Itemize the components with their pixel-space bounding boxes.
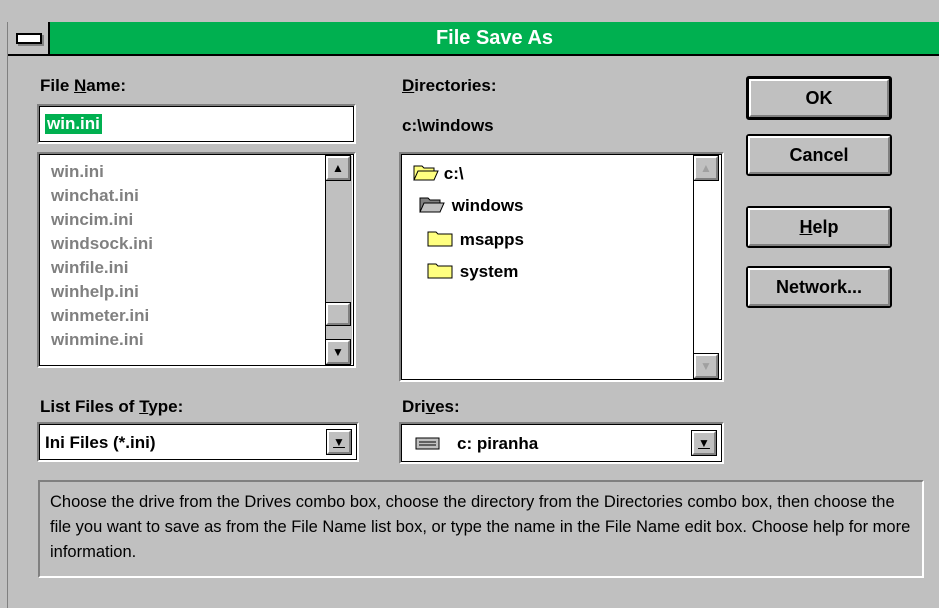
- scroll-down-button[interactable]: ▼: [325, 339, 351, 365]
- file-name-value: win.ini: [45, 114, 102, 134]
- file-name-input[interactable]: win.ini: [37, 104, 356, 144]
- file-list-item[interactable]: winmine.ini: [51, 330, 144, 350]
- directory-list-box[interactable]: c:\ windows msapps system ▲ ▼: [399, 152, 724, 382]
- help-button[interactable]: Help: [746, 206, 892, 248]
- file-list-item[interactable]: winchat.ini: [51, 186, 139, 206]
- file-list-item[interactable]: winmeter.ini: [51, 306, 149, 326]
- open-folder-icon: [413, 165, 439, 181]
- file-list-scrollbar[interactable]: ▲ ▼: [325, 155, 352, 365]
- file-list-item[interactable]: winfile.ini: [51, 258, 128, 278]
- window-frame-left: [0, 22, 8, 608]
- directory-item-root[interactable]: c:\: [413, 162, 464, 184]
- arrow-up-icon: ▲: [700, 161, 712, 175]
- arrow-down-icon: ▼: [332, 345, 344, 359]
- drives-label: Drives:: [402, 397, 460, 416]
- help-hint-box: Choose the drive from the Drives combo b…: [38, 480, 924, 578]
- file-name-label: File Name:: [40, 76, 126, 95]
- drives-value: c: piranha: [457, 434, 539, 453]
- folder-icon: [427, 231, 453, 247]
- file-type-value: Ini Files (*.ini): [45, 433, 156, 452]
- folder-icon: [427, 263, 453, 279]
- scroll-thumb[interactable]: [325, 302, 351, 326]
- network-button[interactable]: Network...: [746, 266, 892, 308]
- hard-drive-icon: [415, 437, 440, 450]
- help-hint-text: Choose the drive from the Drives combo b…: [50, 493, 911, 561]
- system-menu-button[interactable]: [8, 22, 50, 54]
- directories-label: Directories:: [402, 76, 497, 95]
- file-type-combo[interactable]: Ini Files (*.ini) ▼: [37, 422, 359, 462]
- open-folder-icon: [419, 197, 445, 213]
- directory-item-msapps[interactable]: msapps: [427, 228, 524, 250]
- file-list-box[interactable]: win.ini winchat.ini wincim.ini windsock.…: [37, 152, 356, 368]
- window-title: File Save As: [435, 27, 554, 49]
- drives-combo[interactable]: c: piranha ▼: [399, 422, 724, 464]
- scroll-down-button[interactable]: ▼: [693, 353, 719, 379]
- cancel-button[interactable]: Cancel: [746, 134, 892, 176]
- directory-item-system[interactable]: system: [427, 260, 518, 282]
- scroll-up-button[interactable]: ▲: [325, 155, 351, 181]
- directory-item-windows[interactable]: windows: [419, 194, 524, 216]
- drives-dropdown-button[interactable]: ▼: [691, 430, 717, 456]
- file-list-item[interactable]: win.ini: [51, 162, 104, 182]
- dropdown-arrow-icon: ▼: [333, 435, 345, 449]
- current-directory-path: c:\windows: [402, 116, 494, 135]
- file-list-item[interactable]: wincim.ini: [51, 210, 133, 230]
- dropdown-arrow-icon: ▼: [698, 436, 710, 450]
- file-list-item[interactable]: windsock.ini: [51, 234, 153, 254]
- arrow-down-icon: ▼: [700, 359, 712, 373]
- scroll-up-button[interactable]: ▲: [693, 155, 719, 181]
- file-list-item[interactable]: winhelp.ini: [51, 282, 139, 302]
- directory-scrollbar[interactable]: ▲ ▼: [693, 155, 720, 379]
- title-bar[interactable]: File Save As: [8, 22, 939, 56]
- arrow-up-icon: ▲: [332, 161, 344, 175]
- system-menu-icon: [16, 33, 42, 44]
- ok-button[interactable]: OK: [746, 76, 892, 120]
- file-type-dropdown-button[interactable]: ▼: [326, 429, 352, 455]
- file-save-as-dialog: File Save As File Name: win.ini win.ini …: [0, 0, 939, 608]
- file-type-label: List Files of Type:: [40, 397, 184, 416]
